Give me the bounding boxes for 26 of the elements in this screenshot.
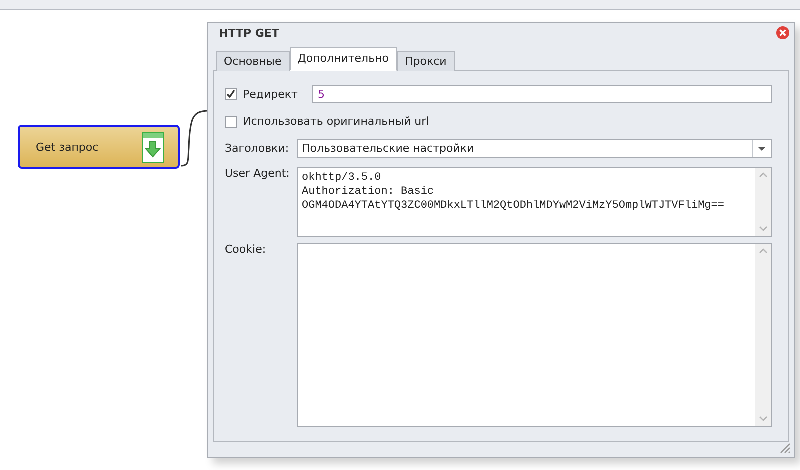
input-field[interactable]: 5	[312, 85, 772, 103]
close-icon[interactable]	[776, 26, 790, 40]
field-label: Cookie:	[225, 243, 268, 256]
text-area[interactable]: okhttp/3.5.0 Authorization: Basic OGM4ODA4YTAtYTQ3ZC00MDkxLTllM2QtODhlMDYwM2ViMzY5OmplWTJTVFliMg==	[297, 167, 772, 237]
tab[interactable]: Дополнительно	[290, 47, 397, 71]
checkbox-label: Редирект	[243, 88, 298, 100]
action-node[interactable]: Get запрос	[18, 125, 180, 169]
field-label: User Agent:	[225, 167, 291, 180]
tab[interactable]: Прокси	[397, 51, 455, 71]
checkbox[interactable]	[225, 88, 237, 100]
download-icon	[142, 132, 164, 162]
scroll-up-icon[interactable]	[758, 172, 768, 178]
scroll-down-icon[interactable]	[758, 416, 768, 422]
text-area[interactable]	[297, 243, 772, 427]
checkbox-label: Использовать оригинальный url	[243, 115, 430, 128]
tab[interactable]: Основные	[216, 51, 290, 71]
node-label: Get запрос	[36, 140, 99, 154]
connector-line	[180, 108, 208, 168]
scroll-up-icon[interactable]	[758, 248, 768, 254]
caret-icon	[758, 146, 766, 150]
checkbox[interactable]	[225, 116, 237, 128]
dropdown[interactable]: Пользовательские настройки	[297, 139, 772, 158]
scroll-down-icon[interactable]	[758, 226, 768, 232]
field-label: Заголовки:	[225, 142, 290, 155]
resize-grip-icon[interactable]	[779, 442, 791, 454]
window-title: HTTP GET	[219, 26, 280, 40]
